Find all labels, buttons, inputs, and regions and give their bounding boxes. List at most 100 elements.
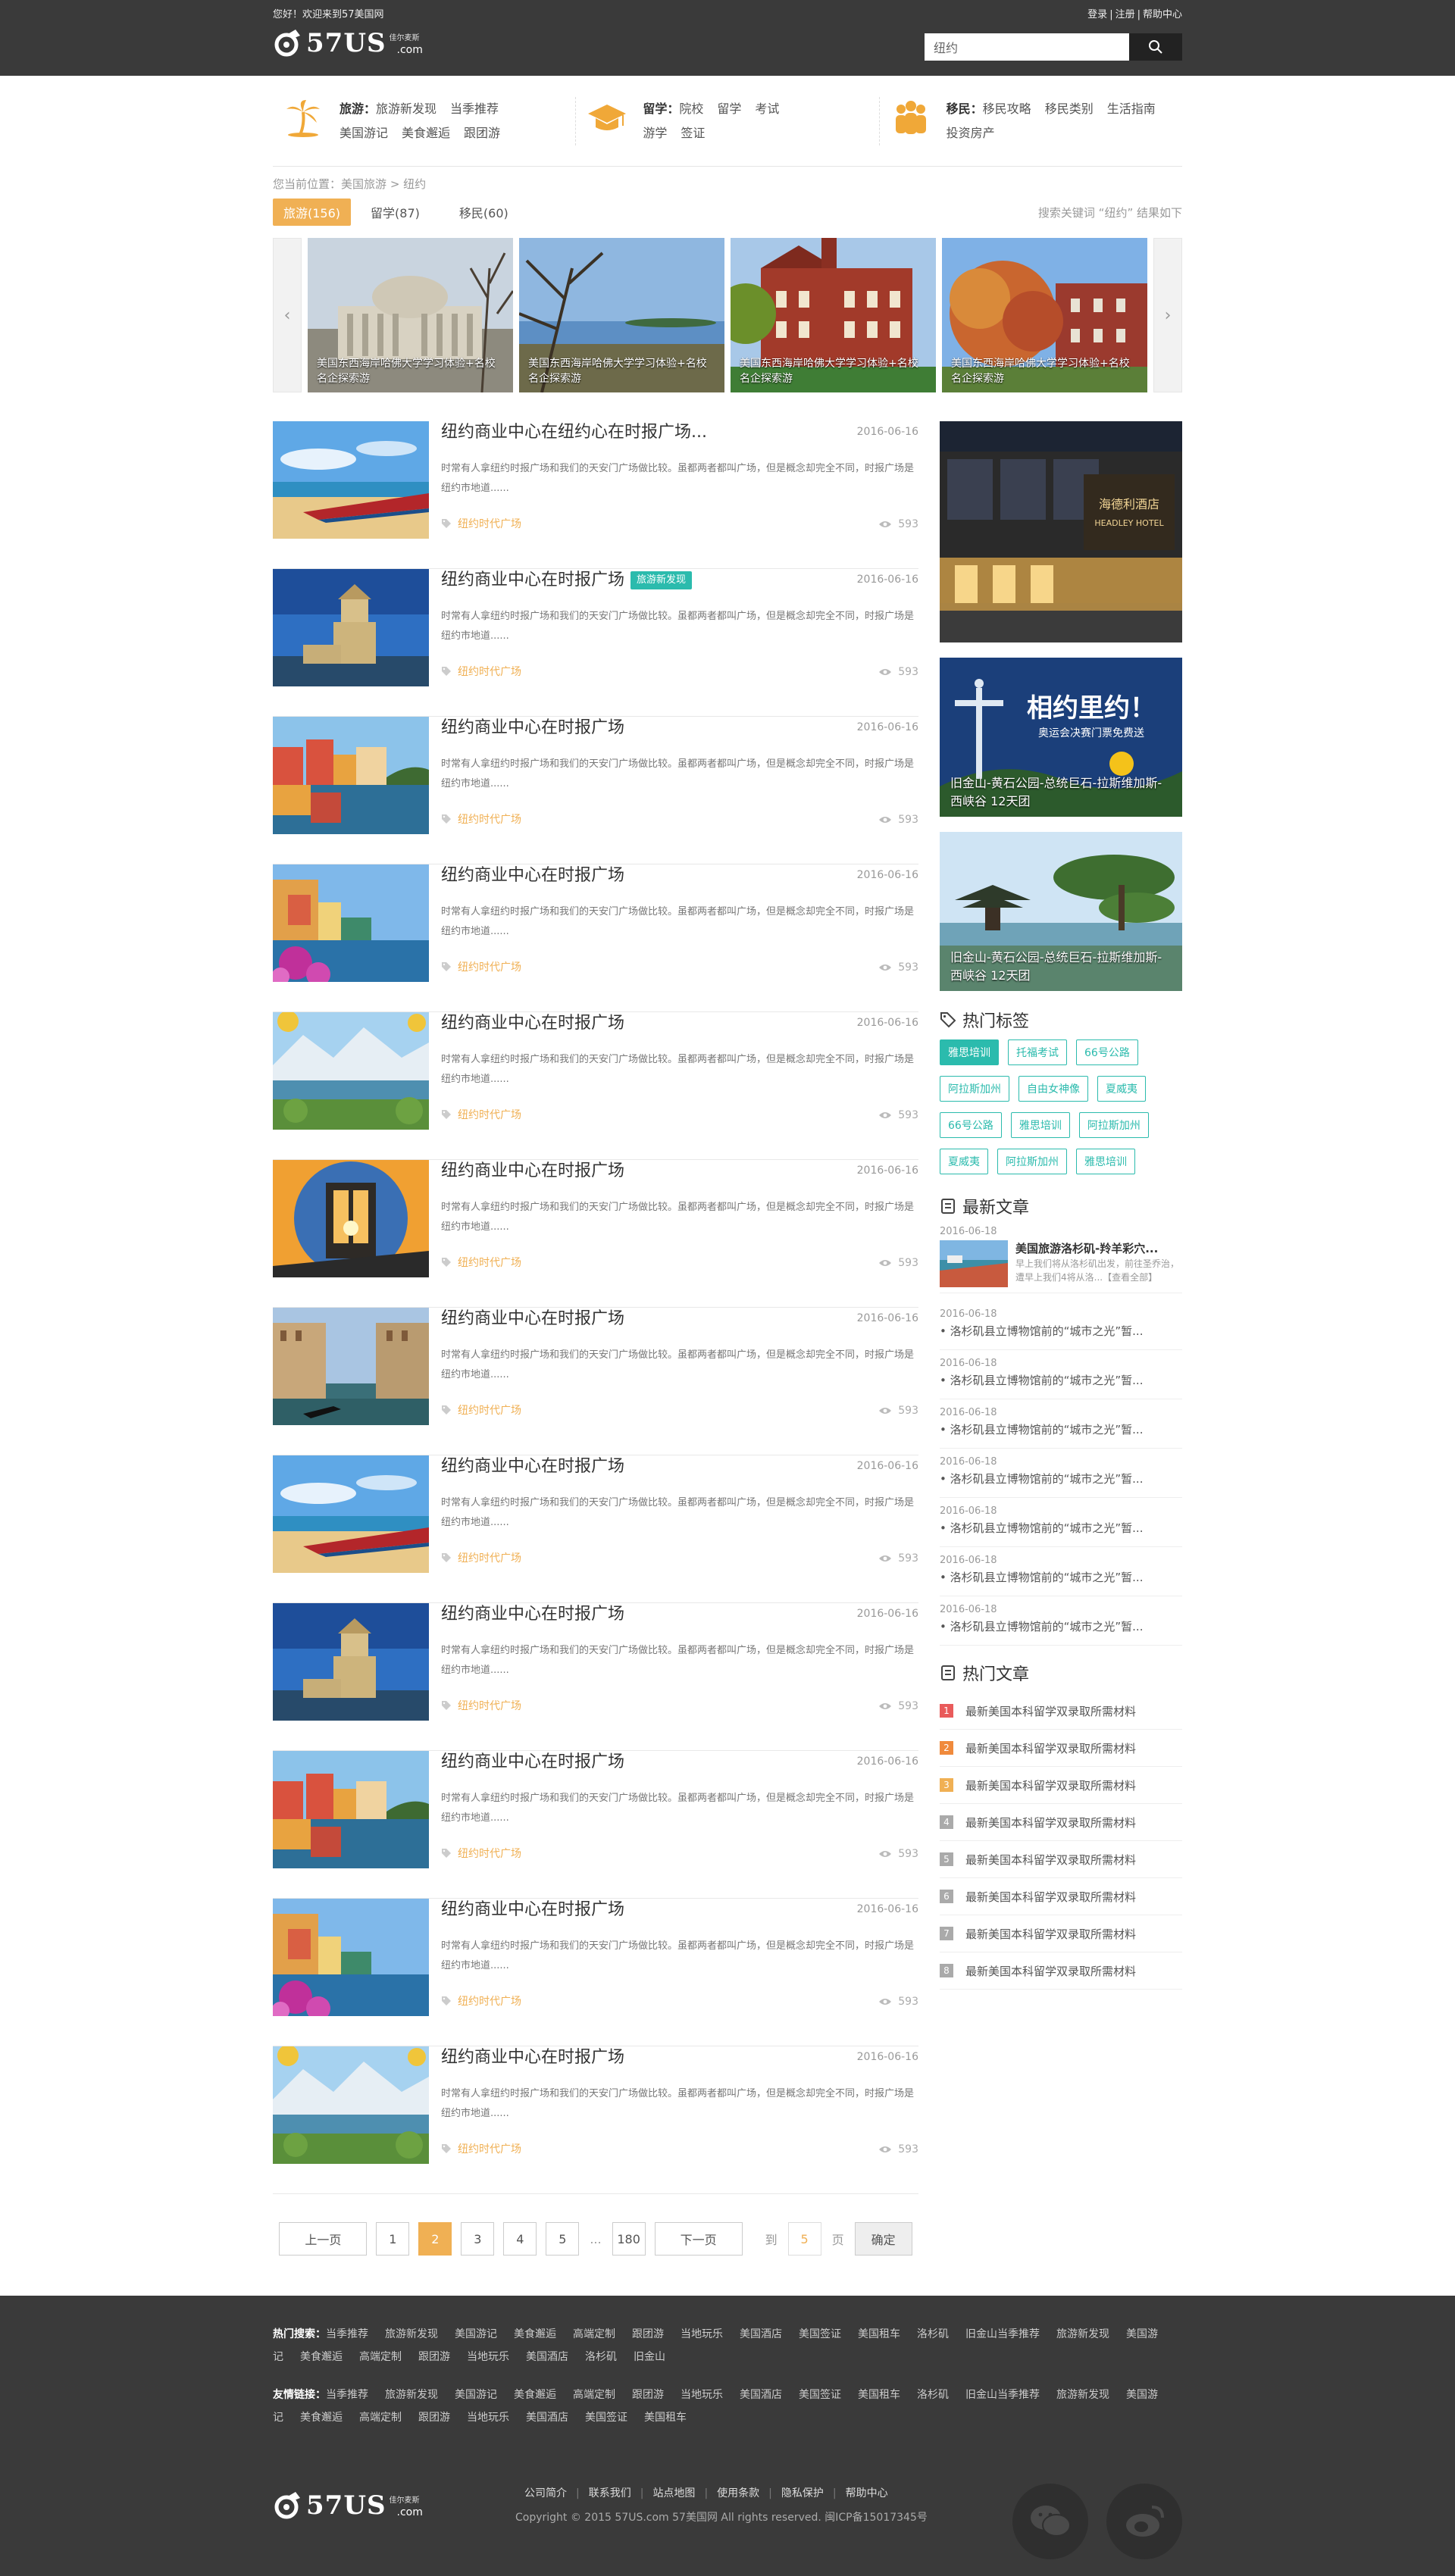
hot-article-item[interactable]: 8 最新美国本科留学双录取所需材料: [940, 1952, 1182, 1990]
help-center-link[interactable]: 帮助中心: [1143, 9, 1182, 20]
article-thumbnail[interactable]: [273, 1603, 429, 1721]
article-tag[interactable]: 纽约时代广场: [441, 1107, 521, 1122]
article-title[interactable]: 纽约商业中心在时报广场: [441, 717, 624, 739]
hot-tag[interactable]: 66号公路: [1076, 1039, 1138, 1065]
hot-tag[interactable]: 雅思培训: [1010, 1112, 1070, 1138]
footer-link[interactable]: 美国游记: [455, 2328, 497, 2340]
footer-link[interactable]: 美国酒店: [740, 2389, 782, 2401]
footer-link[interactable]: 当地玩乐: [681, 2389, 723, 2401]
article-tag[interactable]: 纽约时代广场: [441, 1255, 521, 1270]
study-link-visa[interactable]: 签证: [681, 126, 705, 140]
article-item[interactable]: 纽约商业中心在时报广场 2016-06-16 时常有人拿纽约时报广场和我们的天安…: [273, 1751, 918, 1899]
hot-tag[interactable]: 阿拉斯加州: [940, 1076, 1009, 1102]
site-logo[interactable]: 57US 佳尔麦斯 .com: [273, 26, 423, 61]
register-link[interactable]: 注册: [1116, 9, 1135, 20]
tab-study[interactable]: 留学(87): [360, 199, 430, 226]
study-link-tour[interactable]: 游学: [643, 126, 667, 140]
footer-link[interactable]: 美国游记: [455, 2389, 497, 2401]
travel-link-new[interactable]: 旅游新发现: [376, 102, 436, 116]
article-tag[interactable]: 纽约时代广场: [441, 959, 521, 974]
page-button[interactable]: 3: [461, 2222, 495, 2256]
newest-article-item[interactable]: 2016-06-18 • 洛杉矶县立博物馆前的“城市之光”暂...: [940, 1449, 1182, 1498]
study-link-study[interactable]: 留学: [717, 102, 741, 116]
footer-link[interactable]: 高端定制: [359, 2351, 402, 2363]
search-input[interactable]: [925, 33, 1129, 61]
article-tag[interactable]: 纽约时代广场: [441, 664, 521, 679]
footer-menu-link[interactable]: 帮助中心: [846, 2487, 888, 2499]
footer-link[interactable]: 美国租车: [858, 2389, 900, 2401]
hot-tag[interactable]: 雅思培训: [940, 1039, 999, 1065]
goto-confirm-button[interactable]: 确定: [854, 2222, 912, 2256]
footer-link[interactable]: 旅游新发现: [385, 2328, 438, 2340]
article-thumbnail[interactable]: [273, 421, 429, 539]
hot-article-item[interactable]: 7 最新美国本科留学双录取所需材料: [940, 1915, 1182, 1952]
article-thumbnail[interactable]: [273, 864, 429, 982]
footer-link[interactable]: 旧金山当季推荐: [965, 2328, 1040, 2340]
newest-article-item[interactable]: 2016-06-18 • 洛杉矶县立博物馆前的“城市之光”暂...: [940, 1547, 1182, 1596]
weibo-button[interactable]: [1106, 2484, 1182, 2559]
footer-link[interactable]: 旅游新发现: [385, 2389, 438, 2401]
footer-link[interactable]: 旧金山: [634, 2351, 665, 2363]
hot-tag[interactable]: 阿拉斯加州: [1078, 1112, 1149, 1138]
footer-menu-link[interactable]: 联系我们: [589, 2487, 631, 2499]
footer-link[interactable]: 美食邂逅: [514, 2389, 556, 2401]
article-item[interactable]: 纽约商业中心在时报广场 2016-06-16 时常有人拿纽约时报广场和我们的天安…: [273, 1160, 918, 1308]
footer-link[interactable]: 美国酒店: [740, 2328, 782, 2340]
article-item[interactable]: 纽约商业中心在时报广场 2016-06-16 时常有人拿纽约时报广场和我们的天安…: [273, 2046, 918, 2194]
article-thumbnail[interactable]: [273, 1308, 429, 1425]
footer-logo[interactable]: 57US 佳尔麦斯 .com: [273, 2488, 423, 2523]
page-button-last[interactable]: 180: [612, 2222, 646, 2256]
tab-immigration[interactable]: 移民(60): [449, 199, 519, 226]
immigration-link-life[interactable]: 生活指南: [1107, 102, 1156, 116]
article-tag[interactable]: 纽约时代广场: [441, 1698, 521, 1713]
footer-link[interactable]: 洛杉矶: [917, 2389, 949, 2401]
footer-link[interactable]: 高端定制: [573, 2389, 615, 2401]
article-tag[interactable]: 纽约时代广场: [441, 516, 521, 531]
footer-link[interactable]: 美食邂逅: [300, 2412, 343, 2424]
page-button[interactable]: 1: [376, 2222, 410, 2256]
footer-link[interactable]: 高端定制: [573, 2328, 615, 2340]
footer-link[interactable]: 旅游新发现: [1056, 2389, 1109, 2401]
hot-article-item[interactable]: 2 最新美国本科留学双录取所需材料: [940, 1730, 1182, 1767]
immigration-link-types[interactable]: 移民类别: [1045, 102, 1094, 116]
carousel-slide[interactable]: 美国东西海岸哈佛大学学习体验+名校名企探索游: [731, 238, 936, 392]
carousel-slide[interactable]: 美国东西海岸哈佛大学学习体验+名校名企探索游: [308, 238, 513, 392]
footer-link[interactable]: 美国酒店: [526, 2351, 568, 2363]
article-thumbnail[interactable]: [273, 717, 429, 834]
footer-link[interactable]: 当地玩乐: [681, 2328, 723, 2340]
footer-link[interactable]: 跟团游: [418, 2412, 450, 2424]
newest-article-item[interactable]: 2016-06-18 • 洛杉矶县立博物馆前的“城市之光”暂...: [940, 1399, 1182, 1449]
footer-menu-link[interactable]: 隐私保护: [781, 2487, 824, 2499]
article-item[interactable]: 纽约商业中心在纽约心在时报广场... 2016-06-16 时常有人拿纽约时报广…: [273, 421, 918, 569]
featured-newest-article[interactable]: 美国旅游洛杉矶-羚羊彩穴... 早上我们将从洛杉矶出发，前往圣乔治，遭早上我们4…: [940, 1240, 1182, 1293]
article-item[interactable]: 纽约商业中心在时报广场 2016-06-16 时常有人拿纽约时报广场和我们的天安…: [273, 1603, 918, 1751]
article-item[interactable]: 纽约商业中心在时报广场 2016-06-16 时常有人拿纽约时报广场和我们的天安…: [273, 1012, 918, 1160]
footer-link[interactable]: 跟团游: [632, 2389, 664, 2401]
article-title[interactable]: 纽约商业中心在时报广场: [441, 1308, 624, 1330]
hotel-ad-banner[interactable]: 海德利酒店 HEADLEY HOTEL: [940, 421, 1182, 642]
carousel-slide[interactable]: 美国东西海岸哈佛大学学习体验+名校名企探索游: [519, 238, 724, 392]
travel-link-food[interactable]: 美食邂逅: [402, 126, 450, 140]
newest-article-item[interactable]: 2016-06-18 • 洛杉矶县立博物馆前的“城市之光”暂...: [940, 1498, 1182, 1547]
article-title[interactable]: 纽约商业中心在纽约心在时报广场...: [441, 421, 707, 444]
article-thumbnail[interactable]: [273, 1455, 429, 1573]
article-item[interactable]: 纽约商业中心在时报广场 2016-06-16 时常有人拿纽约时报广场和我们的天安…: [273, 864, 918, 1012]
article-item[interactable]: 纽约商业中心在时报广场 旅游新发现 2016-06-16 时常有人拿纽约时报广场和…: [273, 569, 918, 717]
hot-tag[interactable]: 夏威夷: [1097, 1076, 1146, 1102]
page-button-current[interactable]: 2: [418, 2222, 452, 2256]
article-thumbnail[interactable]: [273, 1012, 429, 1130]
study-link-exam[interactable]: 考试: [755, 102, 779, 116]
article-item[interactable]: 纽约商业中心在时报广场 2016-06-16 时常有人拿纽约时报广场和我们的天安…: [273, 717, 918, 864]
article-thumbnail[interactable]: [273, 569, 429, 686]
article-thumbnail[interactable]: [273, 1751, 429, 1868]
breadcrumb-link[interactable]: 美国旅游: [341, 177, 386, 191]
hot-tag[interactable]: 66号公路: [940, 1112, 1002, 1138]
rio-promo-banner[interactable]: 相约里约！ 奥运会决赛门票免费送 旧金山-黄石公园-总统巨石-拉斯维加斯-西峡谷…: [940, 658, 1182, 817]
footer-menu-link[interactable]: 公司简介: [524, 2487, 567, 2499]
article-title[interactable]: 纽约商业中心在时报广场 旅游新发现: [441, 569, 693, 592]
footer-link[interactable]: 高端定制: [359, 2412, 402, 2424]
article-tag[interactable]: 纽约时代广场: [441, 1846, 521, 1861]
footer-link[interactable]: 美国签证: [799, 2389, 841, 2401]
hot-tag[interactable]: 雅思培训: [1076, 1149, 1135, 1174]
article-thumbnail[interactable]: [273, 2046, 429, 2164]
